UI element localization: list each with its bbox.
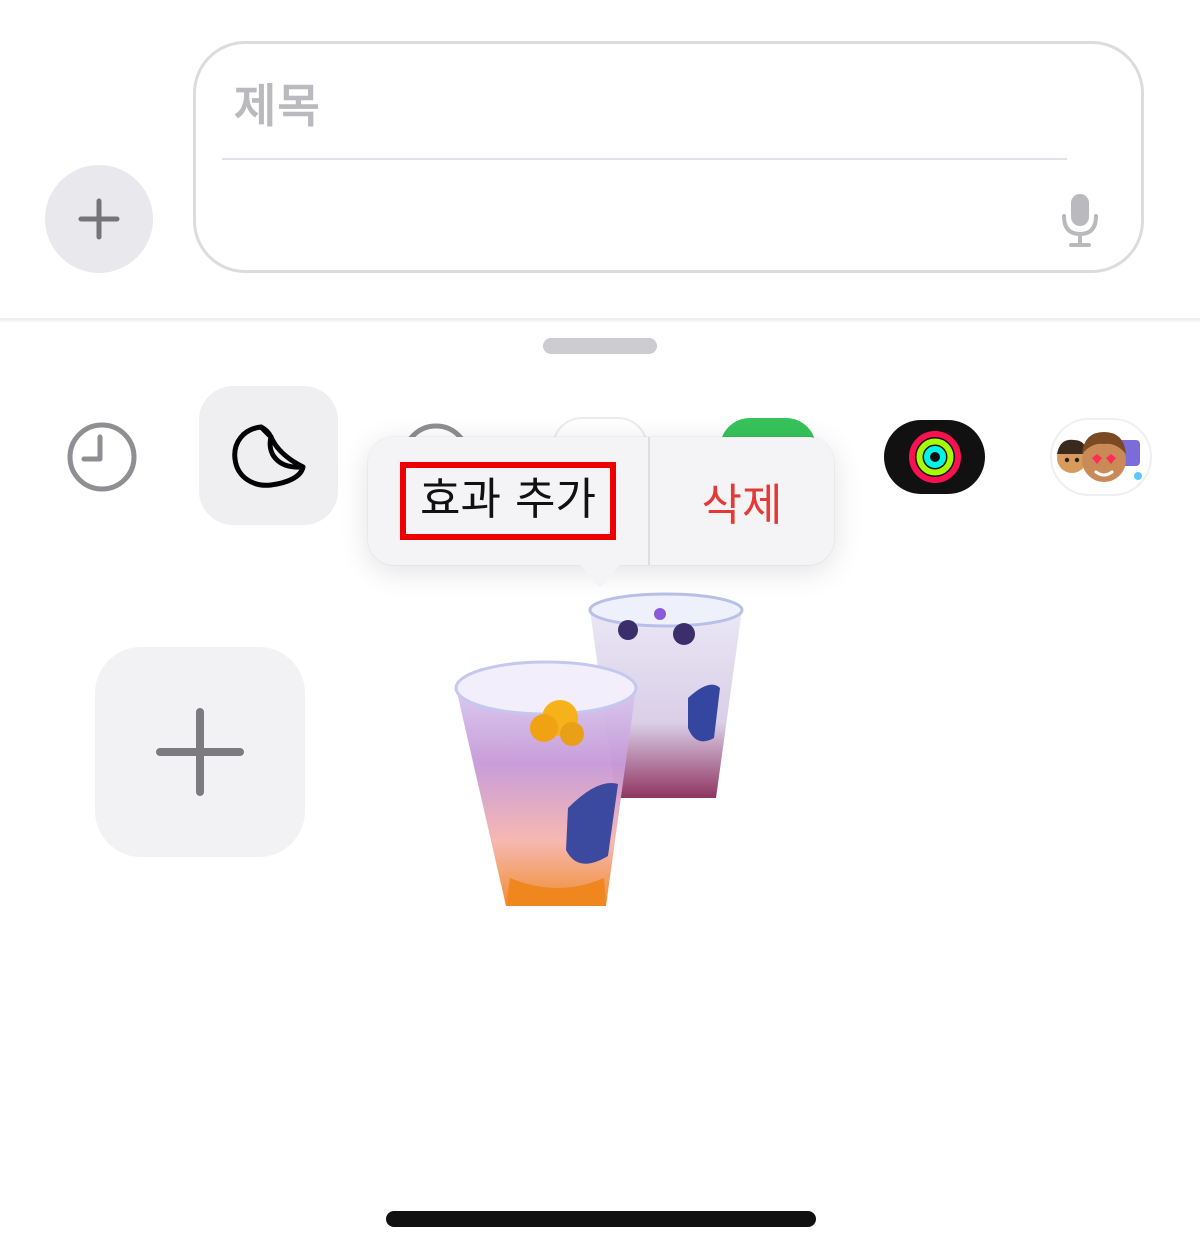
recent-stickers-button[interactable]: [60, 415, 144, 499]
fitness-app-button[interactable]: [884, 420, 985, 494]
plus-icon: [78, 198, 120, 240]
drawer-top-edge: [0, 318, 1200, 322]
memoji-icon: [1057, 432, 1142, 482]
apps-plus-button[interactable]: [45, 165, 153, 273]
messages-screen: 제목 효과 추가 삭제: [0, 0, 1200, 1253]
message-compose-field[interactable]: 제목: [193, 41, 1144, 273]
memoji-app-button[interactable]: [1050, 418, 1152, 496]
sticker-peel-icon: [231, 424, 305, 488]
sticker-context-menu: 효과 추가 삭제: [368, 437, 834, 565]
clock-icon: [67, 422, 137, 492]
plus-icon: [156, 708, 244, 796]
drinks-sticker[interactable]: [448, 588, 748, 918]
add-effect-label: 효과 추가: [400, 462, 616, 540]
activity-rings-icon: [908, 431, 961, 483]
menu-pointer-arrow: [576, 560, 624, 588]
stickers-app-button[interactable]: [199, 386, 338, 525]
home-indicator[interactable]: [386, 1211, 816, 1227]
drawer-grabber[interactable]: [543, 338, 657, 354]
add-sticker-button[interactable]: [95, 647, 305, 857]
subject-field[interactable]: 제목: [234, 70, 321, 136]
delete-menu-item[interactable]: 삭제: [650, 437, 834, 565]
subject-divider: [222, 158, 1067, 160]
microphone-icon[interactable]: [1061, 192, 1099, 248]
add-effect-menu-item[interactable]: 효과 추가: [368, 437, 648, 565]
